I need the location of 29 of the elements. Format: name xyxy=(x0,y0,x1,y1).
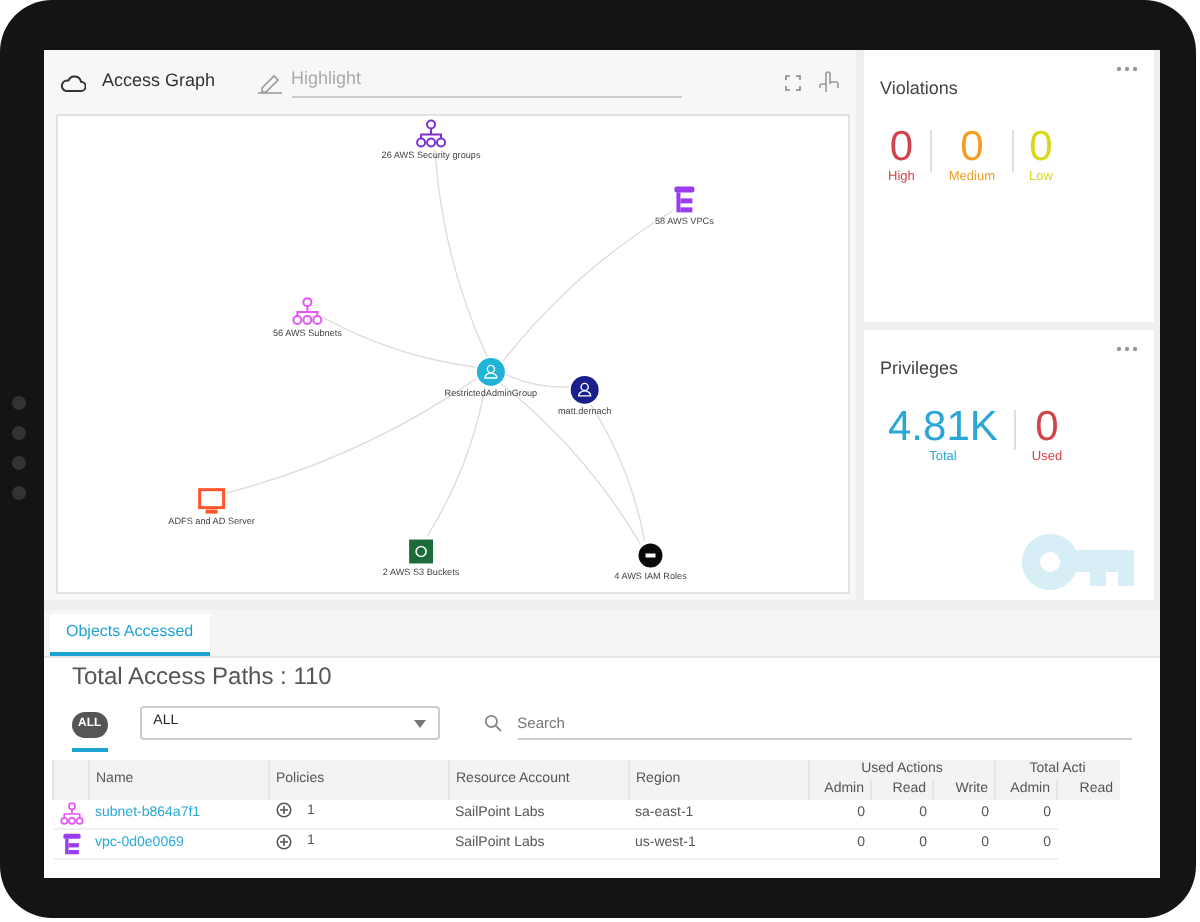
count-value: 4.81K xyxy=(888,405,998,447)
bezel-button-icon xyxy=(12,486,26,500)
count-value: 0 xyxy=(1029,126,1053,168)
vpc-icon[interactable] xyxy=(674,186,695,213)
highlight-field[interactable]: Highlight xyxy=(291,65,682,99)
add-circle-icon[interactable] xyxy=(275,833,291,850)
fullscreen-icon[interactable] xyxy=(784,73,802,91)
count-value: 0 xyxy=(1033,405,1061,447)
search-icon xyxy=(483,714,502,733)
pen-icon xyxy=(255,71,284,93)
card-title: Privileges xyxy=(880,355,959,382)
hierarchy-icon[interactable] xyxy=(292,297,323,326)
total-paths-heading: Total Access Paths : 110 xyxy=(70,659,334,691)
role-icon[interactable] xyxy=(638,543,663,568)
caret-icon xyxy=(413,719,426,728)
bezel-button-icon xyxy=(12,456,26,470)
tab[interactable]: Objects Accessed xyxy=(50,614,210,656)
card-title: Violations xyxy=(880,76,958,102)
bezel-button-icon xyxy=(12,426,26,440)
panel-title: Access Graph xyxy=(102,68,216,95)
monitor-icon[interactable] xyxy=(198,488,226,514)
count-value: 0 xyxy=(888,126,915,168)
bezel-button-icon xyxy=(12,396,26,410)
user-icon[interactable] xyxy=(570,375,599,404)
hierarchy-icon[interactable] xyxy=(416,119,446,148)
cloud-icon xyxy=(60,73,86,91)
bucket-icon[interactable] xyxy=(409,539,434,564)
count-value: 0 xyxy=(958,126,986,168)
add-circle-icon[interactable] xyxy=(275,802,291,819)
